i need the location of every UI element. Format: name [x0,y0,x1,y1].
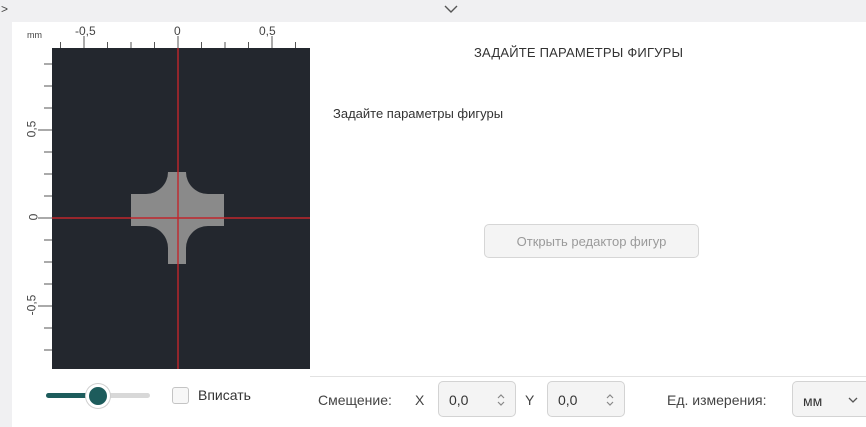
panel-subtitle: Задайте параметры фигуры [333,106,504,121]
ruler-y-tick-label: 0 [26,213,41,221]
bottom-left-bar [12,376,310,427]
stepper-icon[interactable] [495,391,507,409]
offset-y-label: Y [525,392,535,408]
shape-preview-canvas[interactable] [52,48,310,369]
offset-x-label: X [415,392,425,408]
chevron-down-icon[interactable] [442,2,460,16]
ruler-y-tick-label: -0,5 [24,294,39,316]
units-label: Ед. измерения: [667,392,767,408]
units-select[interactable]: мм [792,381,866,417]
ruler-x-tick-label: -0,5 [75,24,96,38]
fit-checkbox-label[interactable]: Вписать [198,387,251,403]
ruler-x-tick-label: 0,5 [259,24,276,38]
offset-x-value: 0,0 [449,392,469,408]
ruler-unit-label: mm [27,30,42,40]
stepper-icon[interactable] [604,391,616,409]
fit-checkbox[interactable] [172,387,189,404]
chevron-down-icon [848,397,858,403]
shape-preview-svg [52,48,310,369]
top-panel-strip [12,0,866,22]
ruler-left [24,48,52,369]
ruler-x-tick-label: 0 [174,24,181,38]
units-select-value: мм [803,393,823,409]
offset-y-value: 0,0 [558,392,578,408]
ruler-y-tick-label: 0,5 [24,120,39,138]
panel-title: ЗАДАЙТЕ ПАРАМЕТРЫ ФИГУРЫ [474,45,684,60]
offset-x-input[interactable]: 0,0 [438,381,516,417]
expand-left-icon[interactable]: > [1,2,8,16]
left-panel-strip [0,0,12,427]
zoom-slider-thumb[interactable] [86,384,110,408]
offset-label: Смещение: [318,392,392,408]
offset-y-input[interactable]: 0,0 [547,381,625,417]
open-shape-editor-button[interactable]: Открыть редактор фигур [484,224,699,258]
ruler-left-ticks [38,63,52,351]
